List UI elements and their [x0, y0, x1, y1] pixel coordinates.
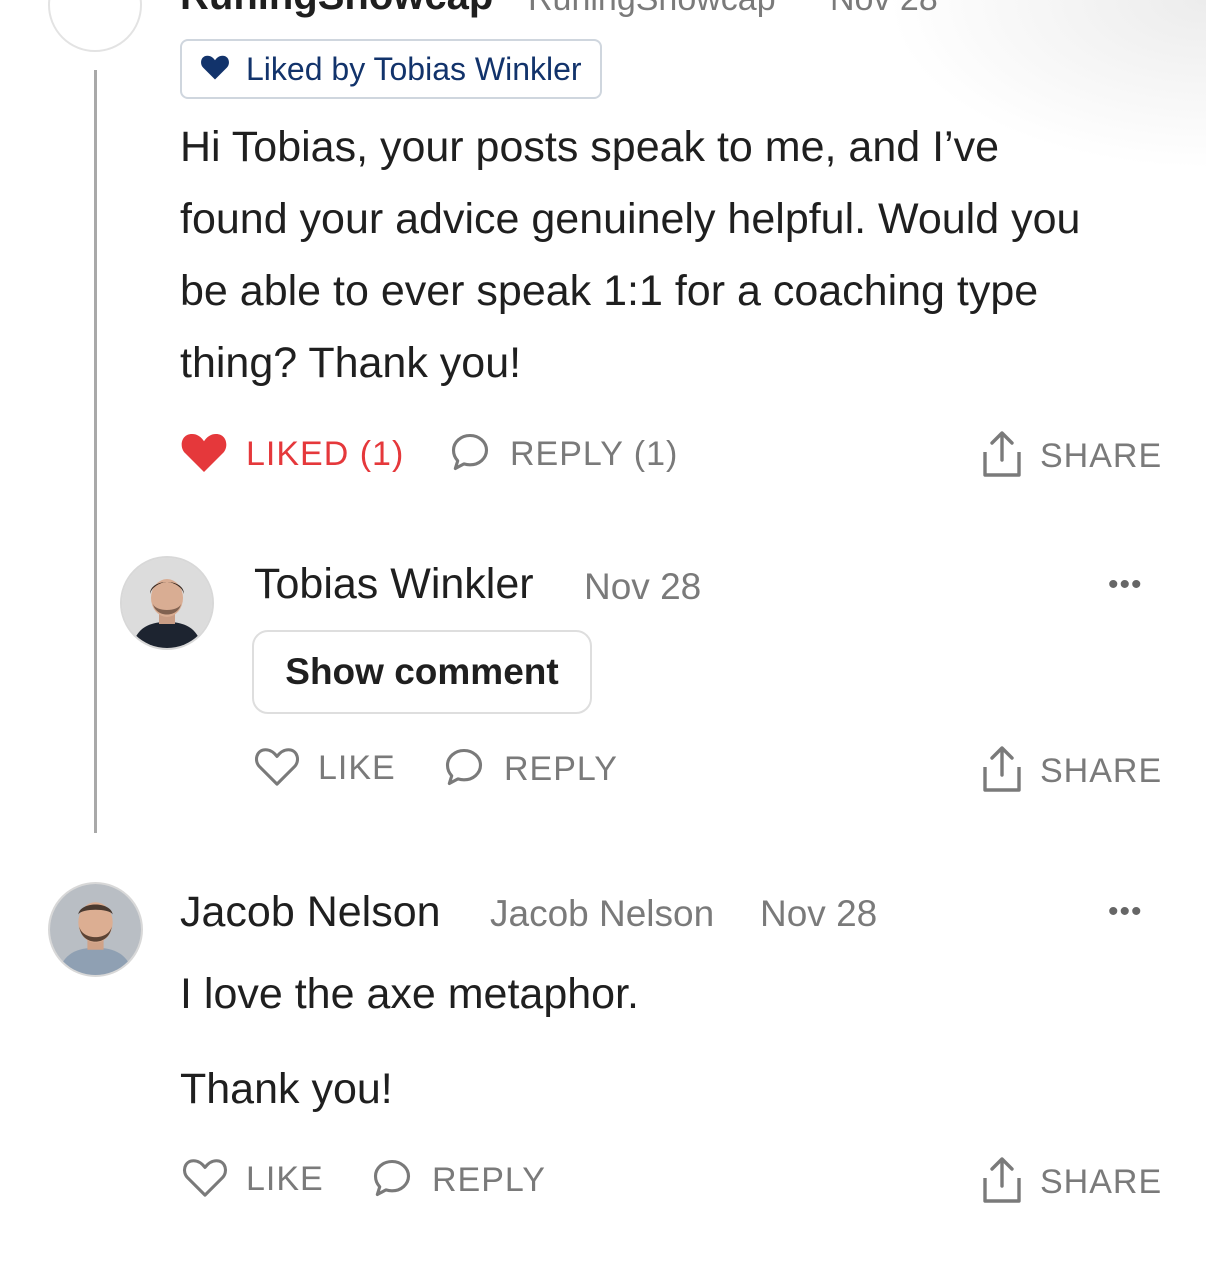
- share-label: SHARE: [1040, 1163, 1163, 1201]
- body-line: Hi Tobias, your posts speak to me, and I…: [180, 123, 1000, 171]
- heart-outline-icon: [254, 745, 300, 792]
- more-icon[interactable]: •••: [1108, 895, 1143, 929]
- share-button[interactable]: SHARE: [982, 745, 1162, 798]
- reply-label: REPLY: [432, 1161, 546, 1199]
- body-line: found your advice genuinely helpful. Wou…: [180, 195, 1081, 243]
- jacob-date: Nov 28: [760, 893, 878, 934]
- like-label: LIKE: [246, 1160, 324, 1198]
- body-line: be able to ever speak 1:1 for a coaching…: [180, 267, 1039, 315]
- body-line: thing? Thank you!: [180, 339, 522, 387]
- share-button[interactable]: SHARE: [982, 1156, 1162, 1209]
- comment-bubble-icon: [370, 1156, 414, 1205]
- jacob-avatar[interactable]: [48, 882, 143, 977]
- reply-label: REPLY (1): [510, 435, 679, 473]
- more-icon[interactable]: •••: [1108, 568, 1143, 602]
- thread-line: [94, 70, 97, 833]
- top-comment-date: Nov 28: [830, 0, 938, 19]
- tobias-author[interactable]: Tobias Winkler: [254, 560, 534, 609]
- like-button[interactable]: LIKE: [254, 745, 396, 792]
- heart-outline-icon: [182, 1156, 228, 1203]
- liked-label: LIKED (1): [246, 435, 405, 473]
- tobias-date: Nov 28: [584, 566, 702, 607]
- heart-filled-icon: [180, 430, 228, 479]
- jacob-handle[interactable]: Jacob Nelson: [490, 893, 714, 935]
- jacob-body-line: Thank you!: [180, 1065, 393, 1113]
- top-comment-author[interactable]: RuningShowcap: [180, 0, 493, 19]
- top-comment-avatar[interactable]: [48, 0, 142, 52]
- comment-bubble-icon: [448, 430, 492, 479]
- share-button[interactable]: SHARE: [982, 430, 1162, 483]
- heart-icon: [200, 53, 230, 86]
- comment-bubble-icon: [442, 745, 486, 794]
- like-button[interactable]: LIKE: [182, 1156, 324, 1203]
- liked-button[interactable]: LIKED (1): [180, 430, 404, 479]
- jacob-author[interactable]: Jacob Nelson: [180, 888, 441, 937]
- share-icon: [982, 745, 1022, 798]
- reply-button[interactable]: REPLY: [442, 745, 618, 794]
- show-comment-button[interactable]: Show comment: [252, 630, 592, 714]
- jacob-body-line: I love the axe metaphor.: [180, 970, 639, 1018]
- like-label: LIKE: [318, 749, 396, 787]
- share-icon: [982, 1156, 1022, 1209]
- share-label: SHARE: [1040, 437, 1163, 475]
- reply-button[interactable]: REPLY: [370, 1156, 546, 1205]
- liked-by-text: Liked by Tobias Winkler: [246, 50, 582, 87]
- reply-label: REPLY: [504, 750, 618, 788]
- top-comment-handle[interactable]: RuningShowcap: [528, 0, 776, 19]
- share-label: SHARE: [1040, 752, 1163, 790]
- share-icon: [982, 430, 1022, 483]
- reply-button[interactable]: REPLY (1): [448, 430, 678, 479]
- liked-by-badge: Liked by Tobias Winkler: [180, 39, 602, 99]
- tobias-avatar[interactable]: [120, 556, 214, 650]
- top-comment-body: Hi Tobias, your posts speak to me, and I…: [180, 111, 1170, 399]
